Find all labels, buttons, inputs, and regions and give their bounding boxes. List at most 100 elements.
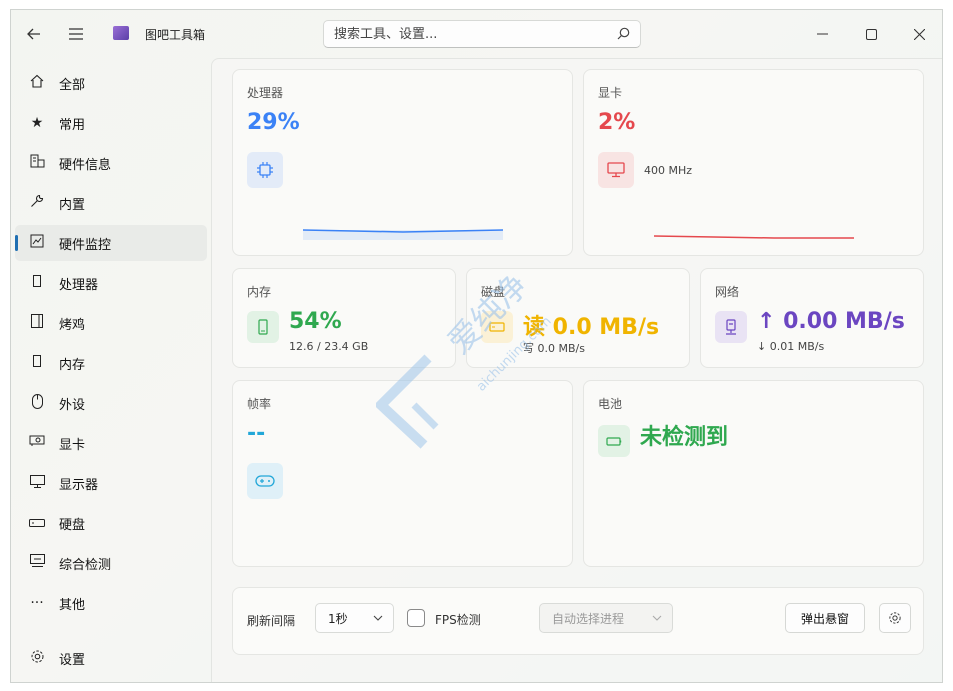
sidebar-item-label: 设置 (59, 652, 86, 668)
back-arrow-icon[interactable] (19, 20, 49, 48)
display-icon (27, 474, 47, 492)
memory-stick-icon (258, 319, 268, 335)
cpu-usage-value: 29% (247, 110, 300, 135)
memory-icon (27, 355, 47, 371)
hardware-info-icon (27, 154, 47, 172)
sidebar-item-hardware-monitor[interactable]: 硬件监控 (15, 225, 207, 261)
memory-usage-value: 54% (289, 309, 342, 334)
star-icon: ★ (30, 115, 44, 131)
refresh-interval-select[interactable]: 1秒 (315, 603, 394, 633)
gamepad-icon (255, 475, 275, 487)
memory-usage-detail: 12.6 / 23.4 GB (289, 340, 369, 353)
battery-icon-box (598, 425, 630, 457)
memory-icon-box (247, 311, 279, 343)
popup-float-window-button[interactable]: 弹出悬窗 (785, 603, 865, 633)
app-window: 图吧工具箱 全部 ★ 常用 硬件信息 (10, 9, 943, 683)
sidebar-item-label: 硬件信息 (59, 157, 112, 173)
process-select[interactable]: 自动选择进程 (539, 603, 673, 633)
network-icon-box (715, 311, 747, 343)
sidebar-item-gpu[interactable]: 显卡 (15, 425, 207, 461)
disk-icon-box (481, 311, 513, 343)
battery-card-label: 电池 (598, 397, 623, 411)
sidebar-item-label: 内置 (59, 197, 86, 213)
sidebar-item-disk[interactable]: 硬盘 (15, 505, 207, 541)
gpu-frequency: 400 MHz (644, 164, 693, 177)
sidebar-item-label: 显示器 (59, 477, 99, 493)
cpu-trend-chart (303, 229, 503, 240)
chevron-down-icon (652, 613, 662, 624)
network-icon (726, 319, 736, 335)
sidebar-item-label: 内存 (59, 357, 86, 373)
disk-drive-icon (489, 322, 505, 332)
gpu-icon (27, 435, 47, 451)
process-select-value: 自动选择进程 (552, 611, 625, 626)
gpu-usage-value: 2% (598, 110, 636, 135)
memory-card-label: 内存 (247, 285, 272, 299)
sidebar-item-label: 常用 (59, 117, 86, 133)
gpu-card[interactable]: 显卡 2% 400 MHz (583, 69, 924, 256)
disk-read-value: 读 0.0 MB/s (523, 315, 660, 340)
memory-card[interactable]: 内存 54% 12.6 / 23.4 GB (232, 268, 456, 368)
sidebar-item-cpu[interactable]: 处理器 (15, 265, 207, 301)
battery-card[interactable]: 电池 未检测到 (583, 380, 924, 567)
sidebar-item-label: 硬件监控 (59, 237, 112, 253)
disk-icon (27, 515, 47, 531)
network-card[interactable]: 网络 ↑ 0.00 MB/s ↓ 0.01 MB/s (700, 268, 924, 368)
sidebar-item-label: 处理器 (59, 277, 99, 293)
minimize-icon[interactable] (807, 20, 837, 48)
sidebar-item-comprehensive[interactable]: 综合检测 (15, 545, 207, 581)
sidebar-item-favorites[interactable]: ★ 常用 (15, 105, 207, 141)
close-icon[interactable] (904, 20, 934, 48)
disk-write-detail: 写 0.0 MB/s (523, 342, 585, 355)
hamburger-menu-icon[interactable] (61, 20, 91, 48)
sidebar-item-label: 全部 (59, 77, 86, 93)
toolbar-settings-button[interactable] (879, 603, 911, 633)
disk-card-label: 磁盘 (481, 285, 506, 299)
monitor-chart-icon (27, 234, 47, 252)
sidebar-item-all[interactable]: 全部 (15, 65, 207, 101)
network-download-detail: ↓ 0.01 MB/s (757, 340, 825, 353)
more-icon: ··· (30, 595, 44, 611)
battery-status-value: 未检测到 (640, 425, 729, 450)
sidebar-item-label: 其他 (59, 597, 86, 613)
comprehensive-test-icon (27, 554, 47, 572)
sidebar-item-label: 综合检测 (59, 557, 112, 573)
gear-icon (889, 612, 901, 624)
chevron-down-icon (373, 613, 383, 624)
fps-detect-checkbox[interactable] (407, 609, 425, 627)
app-logo-icon (113, 26, 129, 40)
gpu-card-label: 显卡 (598, 86, 623, 100)
sidebar-item-builtin[interactable]: 内置 (15, 185, 207, 221)
cpu-icon (27, 275, 47, 291)
active-indicator (15, 235, 18, 251)
search-box[interactable] (323, 20, 641, 48)
network-upload-value: ↑ 0.00 MB/s (757, 309, 905, 334)
search-input[interactable] (324, 21, 614, 47)
sidebar-item-label: 硬盘 (59, 517, 86, 533)
sidebar-item-hardware-info[interactable]: 硬件信息 (15, 145, 207, 181)
fps-card[interactable]: 帧率 -- (232, 380, 573, 567)
refresh-interval-value: 1秒 (328, 611, 348, 626)
sidebar-item-label: 显卡 (59, 437, 86, 453)
maximize-icon[interactable] (856, 20, 886, 48)
refresh-interval-label: 刷新间隔 (247, 614, 296, 628)
cpu-card-label: 处理器 (247, 86, 284, 100)
sidebar-item-label: 烤鸡 (59, 317, 86, 333)
sidebar-item-memory[interactable]: 内存 (15, 345, 207, 381)
sidebar-item-settings[interactable]: 设置 (15, 640, 207, 676)
sidebar-item-peripherals[interactable]: 外设 (15, 385, 207, 421)
sidebar-item-other[interactable]: ··· 其他 (15, 585, 207, 621)
sidebar-item-display[interactable]: 显示器 (15, 465, 207, 501)
search-icon[interactable] (617, 27, 630, 44)
title-bar: 图吧工具箱 (11, 10, 942, 58)
gpu-icon-box (598, 152, 634, 188)
monitor-content: 处理器 29% 显卡 2% 400 MHz 内存 54% 12.6 / 23.4… (211, 58, 942, 682)
cpu-card[interactable]: 处理器 29% (232, 69, 573, 256)
sidebar: 全部 ★ 常用 硬件信息 内置 硬件监控 处理器 烤鸡 内存 外设 显卡 显示器… (11, 58, 211, 682)
wrench-icon (27, 194, 47, 212)
sidebar-item-stress-test[interactable]: 烤鸡 (15, 305, 207, 341)
disk-card[interactable]: 磁盘 读 0.0 MB/s 写 0.0 MB/s (466, 268, 690, 368)
gear-icon (27, 649, 47, 668)
network-card-label: 网络 (715, 285, 740, 299)
fps-icon-box (247, 463, 283, 499)
